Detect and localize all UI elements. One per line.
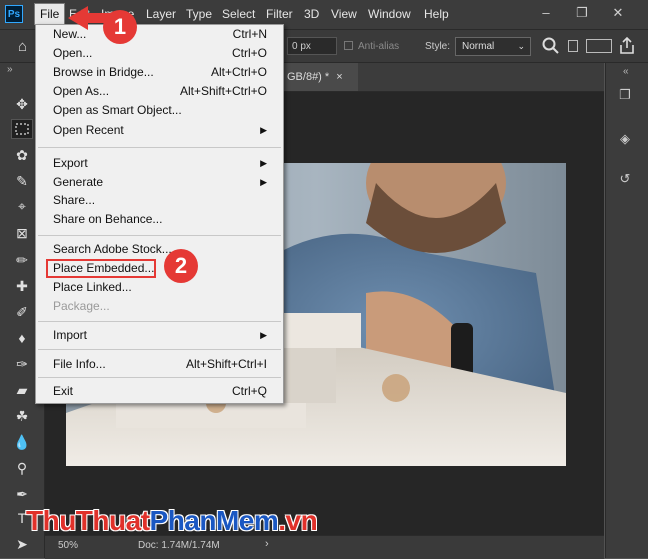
- home-icon[interactable]: ⌂: [18, 38, 36, 55]
- path-select-tool-icon[interactable]: ➤: [11, 534, 33, 554]
- eyedropper-tool-icon[interactable]: ✏: [11, 250, 33, 270]
- move-tool-icon[interactable]: ✥: [11, 94, 33, 114]
- brush-tool-icon[interactable]: ✐: [11, 302, 33, 322]
- menu-3d[interactable]: 3D: [304, 7, 319, 21]
- highlight-box: [46, 259, 156, 278]
- callout-badge-2: 2: [164, 249, 198, 283]
- pen-tool-icon[interactable]: ✒: [11, 484, 33, 504]
- healing-brush-tool-icon[interactable]: ✚: [11, 276, 33, 296]
- document-tab[interactable]: GB/8#) * ×: [283, 63, 358, 91]
- lasso-tool-icon[interactable]: ✿: [11, 145, 33, 165]
- 3d-panel-icon[interactable]: ❐: [614, 84, 636, 106]
- submenu-arrow-icon: ▶: [260, 177, 267, 187]
- menu-item-browse-in-bridge[interactable]: Browse in Bridge... Alt+Ctrl+O: [53, 63, 275, 81]
- style-value: Normal: [462, 41, 495, 52]
- layers-panel-icon[interactable]: ◈: [614, 128, 636, 150]
- menu-item-package: Package...: [53, 299, 110, 313]
- tab-close-icon[interactable]: ×: [336, 71, 342, 83]
- antialias-checkbox[interactable]: [344, 41, 353, 50]
- submenu-arrow-icon: ▶: [260, 125, 267, 135]
- menu-item-share-on-behance[interactable]: Share on Behance...: [53, 210, 275, 228]
- menu-item-open-recent[interactable]: Open Recent ▶: [53, 121, 275, 139]
- menu-view[interactable]: View: [331, 7, 357, 21]
- clone-stamp-tool-icon[interactable]: ♦: [11, 328, 33, 348]
- share-icon[interactable]: [618, 36, 636, 56]
- menu-type[interactable]: Type: [186, 7, 212, 21]
- blur-tool-icon[interactable]: 💧: [11, 432, 33, 452]
- photoshop-logo: Ps: [5, 5, 23, 23]
- history-brush-tool-icon[interactable]: ✑: [11, 354, 33, 374]
- marquee-tool-icon[interactable]: [11, 119, 33, 139]
- menu-item-place-linked[interactable]: Place Linked...: [53, 278, 275, 296]
- workspace-icon[interactable]: [568, 40, 578, 52]
- status-menu-arrow[interactable]: ›: [265, 538, 269, 550]
- frame-tool-icon[interactable]: ⊠: [11, 223, 33, 243]
- close-icon[interactable]: ✕: [606, 2, 630, 24]
- menu-item-open-as[interactable]: Open As... Alt+Shift+Ctrl+O: [53, 82, 275, 100]
- quick-select-tool-icon[interactable]: ✎: [11, 171, 33, 191]
- menu-separator: [38, 321, 281, 322]
- dock-collapse-icon[interactable]: «: [623, 66, 629, 77]
- menu-separator: [38, 235, 281, 236]
- restore-icon[interactable]: ❐: [570, 2, 594, 24]
- menu-help[interactable]: Help: [424, 7, 449, 21]
- menu-window[interactable]: Window: [368, 7, 411, 21]
- menu-item-generate[interactable]: Generate ▶: [53, 173, 275, 191]
- callout-badge-1: 1: [103, 10, 137, 44]
- menu-item-export[interactable]: Export ▶: [53, 154, 275, 172]
- dodge-tool-icon[interactable]: ⚲: [11, 458, 33, 478]
- menu-filter[interactable]: Filter: [266, 7, 293, 21]
- submenu-arrow-icon: ▶: [260, 158, 267, 168]
- workspace-field[interactable]: [586, 39, 612, 53]
- search-icon[interactable]: [541, 36, 561, 56]
- antialias-label: Anti-alias: [358, 41, 400, 52]
- menu-separator: [38, 377, 281, 378]
- eraser-tool-icon[interactable]: ▰: [11, 380, 33, 400]
- menu-item-file-info[interactable]: File Info... Alt+Shift+Ctrl+I: [53, 355, 275, 373]
- menu-item-search-adobe-stock[interactable]: Search Adobe Stock...: [53, 240, 275, 258]
- menu-item-import[interactable]: Import ▶: [53, 326, 275, 344]
- paint-bucket-tool-icon[interactable]: ☘: [11, 406, 33, 426]
- menu-select[interactable]: Select: [222, 7, 255, 21]
- menu-item-exit[interactable]: Exit Ctrl+Q: [53, 382, 275, 400]
- menu-layer[interactable]: Layer: [146, 7, 176, 21]
- menu-item-open-smart-object[interactable]: Open as Smart Object...: [53, 101, 275, 119]
- style-label: Style:: [425, 41, 451, 52]
- watermark: ThuThuatPhanMem.vn: [26, 505, 318, 536]
- menu-separator: [38, 349, 281, 350]
- menu-item-open[interactable]: Open... Ctrl+O: [53, 44, 275, 62]
- menu-item-share[interactable]: Share...: [53, 191, 275, 209]
- status-bar: [45, 535, 604, 559]
- chevron-down-icon: ⌄: [517, 41, 525, 51]
- zoom-level[interactable]: 50%: [58, 540, 78, 551]
- collapse-icon[interactable]: »: [7, 64, 13, 75]
- feather-input[interactable]: 0 px: [287, 37, 337, 55]
- history-panel-icon[interactable]: ↺: [614, 168, 636, 190]
- style-select[interactable]: Normal ⌄: [455, 37, 531, 56]
- menu-separator: [38, 147, 281, 148]
- doc-size: Doc: 1.74M/1.74M: [138, 540, 220, 551]
- minimize-icon[interactable]: –: [534, 2, 558, 24]
- submenu-arrow-icon: ▶: [260, 330, 267, 340]
- document-tab-title: GB/8#) *: [287, 71, 330, 83]
- crop-tool-icon[interactable]: ⌖: [11, 196, 33, 216]
